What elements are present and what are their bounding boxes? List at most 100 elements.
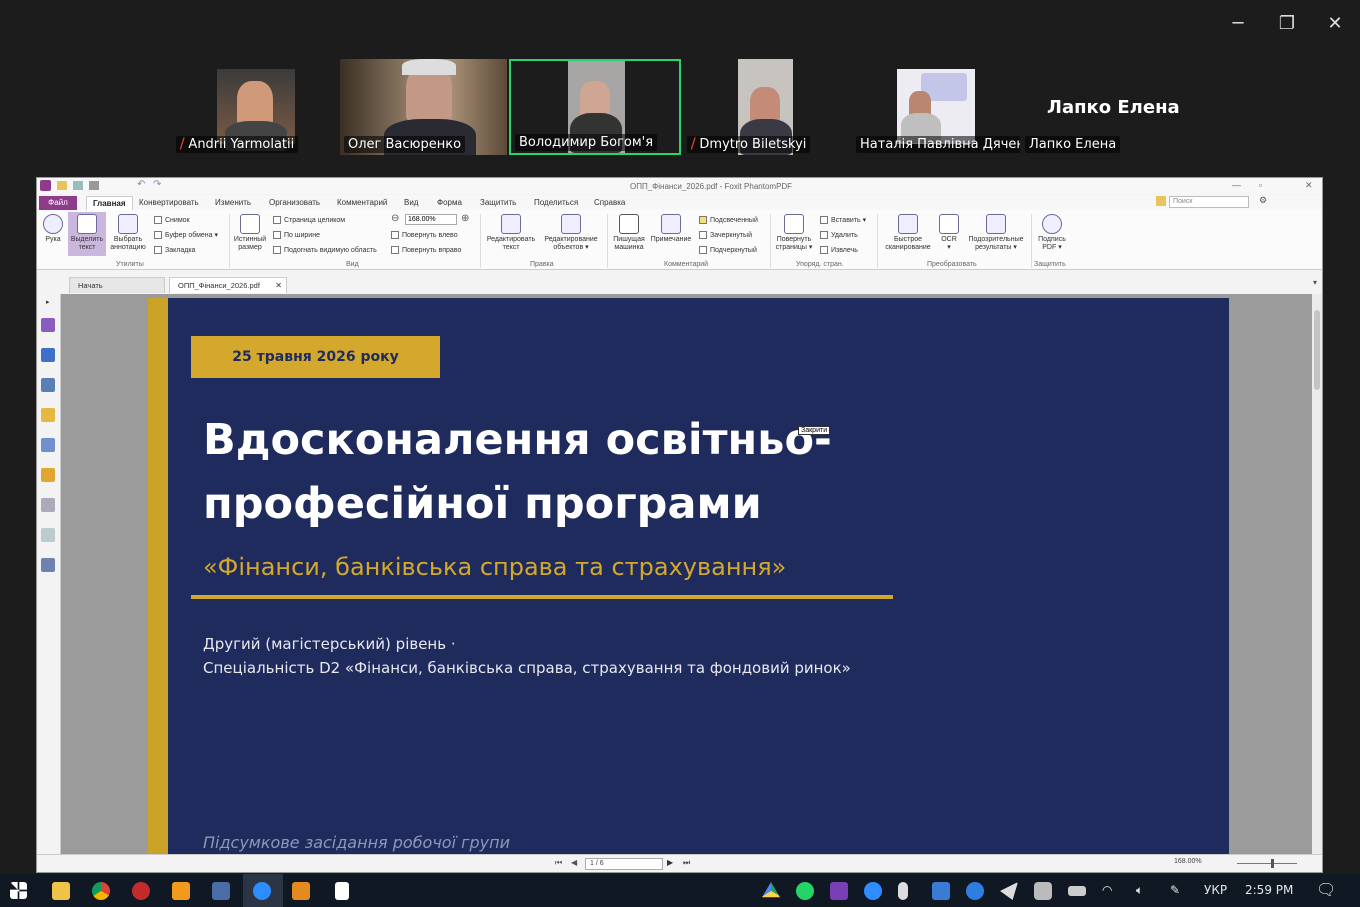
next-page-icon[interactable]: ▶ xyxy=(667,858,673,867)
tab-document[interactable]: ОПП_Фінанси_2026.pdf ✕ xyxy=(169,277,287,293)
find-icon[interactable] xyxy=(1156,196,1166,206)
menu-share[interactable]: Поделиться xyxy=(534,198,578,207)
signature-panel-icon[interactable] xyxy=(41,558,55,572)
window-close-icon[interactable]: ✕ xyxy=(1305,180,1313,191)
save-icon[interactable] xyxy=(73,181,83,190)
chrome-icon[interactable] xyxy=(92,882,110,900)
google-drive-icon[interactable] xyxy=(762,882,780,898)
window-min-icon[interactable]: — xyxy=(1232,180,1241,190)
menu-home[interactable]: Главная xyxy=(86,196,133,210)
open-icon[interactable] xyxy=(57,181,67,190)
menu-comment[interactable]: Комментарий xyxy=(337,198,387,207)
rotate-right-button[interactable]: Повернуть вправо xyxy=(391,246,461,254)
tab-start[interactable]: Начать xyxy=(69,277,165,293)
app-bug-icon[interactable] xyxy=(132,882,150,900)
volume-icon[interactable]: 🔈︎ xyxy=(1136,883,1143,898)
zoom-out-icon[interactable]: ⊖ xyxy=(391,213,399,224)
zoom-icon[interactable] xyxy=(253,882,271,900)
telegram-icon[interactable] xyxy=(1000,882,1018,900)
minimize-button[interactable]: ─ xyxy=(1223,10,1253,38)
wifi-icon[interactable]: ◠ xyxy=(1102,883,1112,897)
pages-panel-icon[interactable] xyxy=(41,348,55,362)
participant-tile-active[interactable]: Володимир Богом'я xyxy=(509,59,681,155)
last-page-icon[interactable]: ⏭ xyxy=(683,858,690,868)
restore-button[interactable]: ❐ xyxy=(1272,10,1302,38)
defender-icon[interactable] xyxy=(932,882,950,900)
typewriter-button[interactable]: Пишущая машинка xyxy=(611,214,647,252)
notifications-icon[interactable]: 🗨︎ xyxy=(1316,880,1336,899)
actual-size-button[interactable]: Истинный размер xyxy=(233,214,267,252)
tab-close-icon[interactable]: ✕ xyxy=(275,281,282,290)
extract-button[interactable]: Извлечь xyxy=(820,246,858,254)
battery-icon[interactable] xyxy=(1068,886,1086,896)
undo-icon[interactable]: ↶ xyxy=(137,179,145,190)
file-explorer-icon[interactable] xyxy=(52,882,70,900)
zoom-status[interactable]: 168.00% xyxy=(1174,858,1202,865)
hand-tool[interactable]: Рука xyxy=(41,214,65,244)
attachments-panel-icon[interactable] xyxy=(41,438,55,452)
microphone-icon[interactable] xyxy=(898,882,908,900)
fit-width-button[interactable]: По ширине xyxy=(273,231,320,239)
edit-text-button[interactable]: Редактировать текст xyxy=(484,214,538,252)
participant-tile[interactable]: Олег Васюренко xyxy=(340,59,507,155)
meet-now-icon[interactable] xyxy=(1034,882,1052,900)
menu-view[interactable]: Вид xyxy=(404,198,418,207)
content-panel-icon[interactable] xyxy=(41,498,55,512)
settings-icon[interactable]: ⚙ xyxy=(1259,195,1267,206)
menu-protect[interactable]: Защитить xyxy=(480,198,516,207)
full-page-button[interactable]: Страница целиком xyxy=(273,216,345,224)
print-icon[interactable] xyxy=(89,181,99,190)
participant-tile[interactable]: ⧸ Andrii Yarmolatii xyxy=(172,59,300,155)
page-number-field[interactable]: 1 / 6 xyxy=(585,858,663,870)
bluetooth-icon[interactable] xyxy=(966,882,984,900)
menu-form[interactable]: Форма xyxy=(437,198,462,207)
suspect-results-button[interactable]: Подозрительные результаты ▾ xyxy=(965,214,1027,252)
fields-panel-icon[interactable] xyxy=(41,528,55,542)
note-button[interactable]: Примечание xyxy=(649,214,693,244)
search-input[interactable]: Поиск xyxy=(1169,196,1249,208)
layers-panel-icon[interactable] xyxy=(41,378,55,392)
comments-panel-icon[interactable] xyxy=(41,408,55,422)
zoom-slider-thumb[interactable] xyxy=(1271,859,1274,868)
participant-tile[interactable]: Лапко Елена Лапко Елена xyxy=(1021,59,1189,155)
whatsapp-icon[interactable] xyxy=(796,882,814,900)
zoom-in-icon[interactable]: ⊕ xyxy=(461,213,469,224)
prev-page-icon[interactable]: ◀ xyxy=(571,858,577,867)
tab-list-icon[interactable]: ▾ xyxy=(1313,278,1317,287)
snapshot-button[interactable]: Снимок xyxy=(154,216,190,224)
underline-button[interactable]: Подчеркнутый xyxy=(699,246,757,254)
windows-start-icon[interactable] xyxy=(10,882,27,899)
bookmarks-panel-icon[interactable] xyxy=(41,318,55,332)
first-page-icon[interactable]: ⏮ xyxy=(555,858,562,868)
onenote-icon[interactable] xyxy=(830,882,848,900)
fit-visible-button[interactable]: Подогнать видимую область xyxy=(273,246,377,254)
network-app-icon[interactable] xyxy=(212,882,230,900)
select-text-tool[interactable]: Выделить текст xyxy=(68,212,106,256)
app-blocks-icon[interactable] xyxy=(172,882,190,900)
sign-pdf-button[interactable]: Подпись PDF ▾ xyxy=(1035,214,1069,252)
menu-edit[interactable]: Изменить xyxy=(215,198,251,207)
zoom-tray-icon[interactable] xyxy=(864,882,882,900)
bookmark-button[interactable]: Закладка xyxy=(154,246,195,254)
select-annotation-tool[interactable]: Выбрать аннотацию xyxy=(109,214,147,252)
participant-tile[interactable]: ⧸ Dmytro Biletskyi xyxy=(683,59,850,155)
rotate-left-button[interactable]: Повернуть влево xyxy=(391,231,458,239)
scroll-thumb[interactable] xyxy=(1314,310,1320,390)
security-panel-icon[interactable] xyxy=(41,468,55,482)
vertical-scrollbar[interactable] xyxy=(1312,294,1322,855)
expand-panel-icon[interactable]: ▸ xyxy=(46,298,50,306)
quick-scan-button[interactable]: Быстрое сканирование xyxy=(881,214,935,252)
zoom-field[interactable]: 168.00% xyxy=(405,214,457,225)
insert-button[interactable]: Вставить ▾ xyxy=(820,216,866,225)
document-viewer[interactable]: 25 травня 2026 року Вдосконалення освітн… xyxy=(61,294,1313,855)
ocr-button[interactable]: OCR ▾ xyxy=(937,214,961,252)
language-indicator[interactable]: УКР xyxy=(1204,883,1227,897)
delete-button[interactable]: Удалить xyxy=(820,231,858,239)
app-sublime-icon[interactable] xyxy=(292,882,310,900)
menu-file[interactable]: Файл xyxy=(39,196,77,210)
strikeout-button[interactable]: Зачеркнутый xyxy=(699,231,752,239)
menu-convert[interactable]: Конвертировать xyxy=(139,198,199,207)
redo-icon[interactable]: ↷ xyxy=(153,179,161,190)
rotate-pages-button[interactable]: Повернуть страницы ▾ xyxy=(774,214,814,252)
zoom-slider[interactable] xyxy=(1237,863,1297,864)
